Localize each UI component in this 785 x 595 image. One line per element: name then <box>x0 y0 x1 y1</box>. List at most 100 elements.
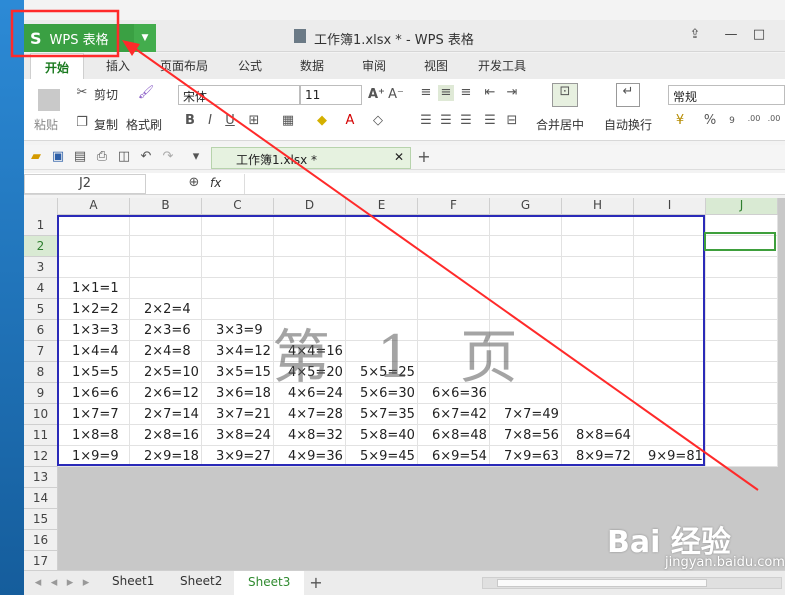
grid-cell[interactable] <box>346 236 418 257</box>
grid-cell[interactable] <box>202 278 274 299</box>
grid-cell[interactable] <box>418 257 490 278</box>
function-icon[interactable]: fx <box>210 176 221 190</box>
grid-cell[interactable] <box>562 404 634 425</box>
grid-cell[interactable]: 4×5=20 <box>274 362 346 383</box>
tab-insert[interactable]: 插入 <box>106 57 130 74</box>
grid-cell[interactable] <box>346 320 418 341</box>
grid-cell[interactable] <box>490 236 562 257</box>
grid-cell[interactable]: 2×7=14 <box>130 404 202 425</box>
grid-cell[interactable] <box>562 236 634 257</box>
tab-view[interactable]: 视图 <box>424 57 448 74</box>
grid-cell[interactable] <box>418 362 490 383</box>
grid-cell[interactable]: 4×9=36 <box>274 446 346 467</box>
grid-cell[interactable] <box>634 299 706 320</box>
align-middle-icon[interactable]: ≡ <box>438 85 454 101</box>
font-name-select[interactable]: 宋体 <box>178 85 300 105</box>
zoom-formula-icon[interactable]: ⊕ <box>186 175 202 191</box>
grid-cell[interactable]: 8×8=64 <box>562 425 634 446</box>
grid-cell[interactable]: 5×6=30 <box>346 383 418 404</box>
grid-cell[interactable]: 3×8=24 <box>202 425 274 446</box>
tab-data[interactable]: 数据 <box>300 57 324 74</box>
grid-cell[interactable]: 1×4=4 <box>58 341 130 362</box>
undo-icon[interactable]: ↶ <box>138 149 154 165</box>
grid-cell[interactable] <box>634 383 706 404</box>
decrease-decimal-icon[interactable]: .00 <box>766 111 782 127</box>
column-header[interactable]: H <box>562 198 634 215</box>
grid-cell[interactable] <box>202 215 274 236</box>
grid-cell[interactable] <box>490 341 562 362</box>
sheet-tab-2[interactable]: Sheet2 <box>180 574 222 588</box>
grid-cell[interactable]: 3×5=15 <box>202 362 274 383</box>
paste-button[interactable]: 粘贴 <box>34 116 58 133</box>
grid-cell[interactable] <box>706 320 778 341</box>
grid-cell[interactable] <box>706 446 778 467</box>
grid-cell[interactable] <box>706 383 778 404</box>
decrease-font-icon[interactable]: A⁻ <box>388 87 404 103</box>
grid-cell[interactable]: 7×9=63 <box>490 446 562 467</box>
grid-cell[interactable] <box>58 236 130 257</box>
font-size-select[interactable]: 11 <box>300 85 362 105</box>
name-box[interactable]: J2 <box>24 174 146 194</box>
grid-cell[interactable] <box>274 257 346 278</box>
grid-cell[interactable] <box>562 320 634 341</box>
grid-cell[interactable] <box>58 215 130 236</box>
grid-cell[interactable] <box>634 320 706 341</box>
formula-input[interactable] <box>244 174 785 194</box>
print-preview-icon[interactable]: ◫ <box>116 149 132 165</box>
row-header[interactable]: 12 <box>24 446 58 467</box>
grid-cell[interactable]: 2×9=18 <box>130 446 202 467</box>
row-header[interactable]: 13 <box>24 467 58 488</box>
grid-cell[interactable] <box>418 320 490 341</box>
save-icon[interactable]: ▣ <box>50 149 66 165</box>
row-header[interactable]: 3 <box>24 257 58 278</box>
redo-icon[interactable]: ↷ <box>160 149 176 165</box>
row-header[interactable]: 10 <box>24 404 58 425</box>
grid-cell[interactable]: 4×4=16 <box>274 341 346 362</box>
scrollbar-thumb[interactable] <box>497 579 707 587</box>
grid-cell[interactable] <box>202 299 274 320</box>
grid-cell[interactable] <box>562 383 634 404</box>
row-header[interactable]: 8 <box>24 362 58 383</box>
next-sheet-icon[interactable]: ▸ <box>62 575 78 591</box>
sheet-tab-3[interactable]: Sheet3 <box>234 571 305 595</box>
grid-cell[interactable]: 1×7=7 <box>58 404 130 425</box>
grid-cell[interactable]: 2×5=10 <box>130 362 202 383</box>
grid-cell[interactable] <box>490 215 562 236</box>
row-header[interactable]: 14 <box>24 488 58 509</box>
grid-cell[interactable]: 7×8=56 <box>490 425 562 446</box>
grid-cell[interactable] <box>562 299 634 320</box>
grid-cell[interactable]: 9×9=81 <box>634 446 706 467</box>
grid-cell[interactable] <box>706 341 778 362</box>
grid-cell[interactable] <box>706 257 778 278</box>
grid-cell[interactable]: 1×9=9 <box>58 446 130 467</box>
row-header[interactable]: 17 <box>24 551 58 570</box>
print-icon[interactable]: ⎙ <box>94 149 110 165</box>
column-header[interactable]: B <box>130 198 202 215</box>
grid-cell[interactable] <box>634 215 706 236</box>
select-all-corner[interactable] <box>24 198 58 216</box>
increase-decimal-icon[interactable]: .00 <box>746 111 762 127</box>
grid-cell[interactable] <box>634 404 706 425</box>
grid-cell[interactable] <box>634 425 706 446</box>
grid-cell[interactable]: 3×6=18 <box>202 383 274 404</box>
currency-icon[interactable]: ¥ <box>672 113 688 129</box>
grid-cell[interactable] <box>634 257 706 278</box>
spreadsheet-grid[interactable]: ABCDEFGHIJ 123456789101112131415161718 1… <box>24 198 785 570</box>
grid-cell[interactable]: 3×4=12 <box>202 341 274 362</box>
font-color-icon[interactable]: A <box>342 113 358 129</box>
grid-cell[interactable]: 2×4=8 <box>130 341 202 362</box>
last-sheet-icon[interactable]: ▸ <box>78 575 94 591</box>
grid-cell[interactable] <box>706 425 778 446</box>
grid-cell[interactable]: 1×6=6 <box>58 383 130 404</box>
prev-sheet-icon[interactable]: ◂ <box>46 575 62 591</box>
grid-cell[interactable] <box>418 236 490 257</box>
grid-cell[interactable]: 4×7=28 <box>274 404 346 425</box>
grid-cell[interactable] <box>202 236 274 257</box>
close-tab-icon[interactable]: ✕ <box>394 150 404 164</box>
row-header[interactable]: 9 <box>24 383 58 404</box>
grid-cell[interactable] <box>562 257 634 278</box>
grid-cell[interactable] <box>562 341 634 362</box>
grid-cell[interactable] <box>346 215 418 236</box>
row-header[interactable]: 6 <box>24 320 58 341</box>
align-top-icon[interactable]: ≡ <box>418 85 434 101</box>
